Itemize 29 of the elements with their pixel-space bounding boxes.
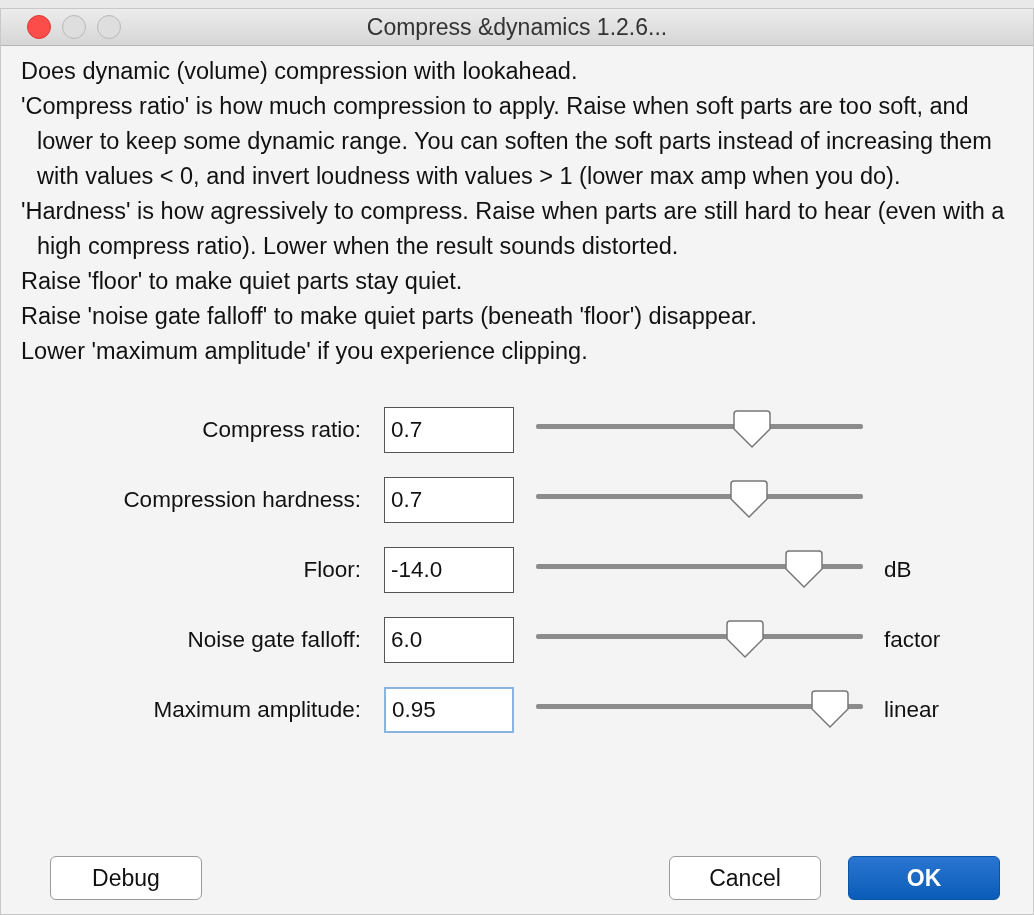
value-field[interactable]: 0.7 (384, 407, 514, 453)
slider-thumb[interactable] (732, 409, 771, 449)
ok-button[interactable]: OK (848, 856, 1000, 900)
dialog-button[interactable]: Cancel (669, 856, 821, 900)
description-text: Raise 'noise gate falloff' to make quiet parts (beneath 'floor') disappear. (21, 302, 758, 331)
close-button[interactable] (27, 15, 51, 39)
slider-thumb[interactable] (811, 689, 850, 729)
unit-label: linear (883, 697, 941, 723)
description-text: Does dynamic (volume) compression with lookahead. (21, 57, 579, 86)
unit-label: dB (883, 557, 913, 583)
dialog-button[interactable]: Debug (50, 856, 202, 900)
control-label: Compression hardness: (123, 487, 361, 513)
slider-thumb[interactable] (785, 549, 824, 589)
slider-thumb[interactable] (729, 479, 768, 519)
control-label: Noise gate falloff: (187, 627, 361, 653)
slider-thumb[interactable] (726, 619, 765, 659)
value-field[interactable]: 0.7 (384, 477, 514, 523)
description-text: Raise 'floor' to make quiet parts stay quiet. (21, 267, 464, 296)
window-title: Compress &dynamics 1.2.6... (366, 13, 668, 40)
value-field[interactable]: -14.0 (384, 547, 514, 593)
control-label: Maximum amplitude: (153, 697, 361, 723)
description-text: 'Hardness' is how agressively to compress. Raise when parts are still hard to hear (even with a high compress ratio). Lower when the result sounds distorted. (21, 197, 1006, 261)
description-text: 'Compress ratio' is how much compression to apply. Raise when soft parts are too soft, and lower to keep some dynamic range. You can soften the soft parts instead of increasing them with values < 0, and invert loudness with values > 1 (lower max amp when you do). (21, 92, 993, 191)
value-field[interactable]: 0.95 (384, 687, 514, 733)
unit-label: factor (883, 627, 942, 653)
control-label: Compress ratio: (202, 417, 361, 443)
description-text: Lower 'maximum amplitude' if you experience clipping. (21, 337, 589, 366)
control-label: Floor: (303, 557, 361, 583)
value-field[interactable]: 6.0 (384, 617, 514, 663)
